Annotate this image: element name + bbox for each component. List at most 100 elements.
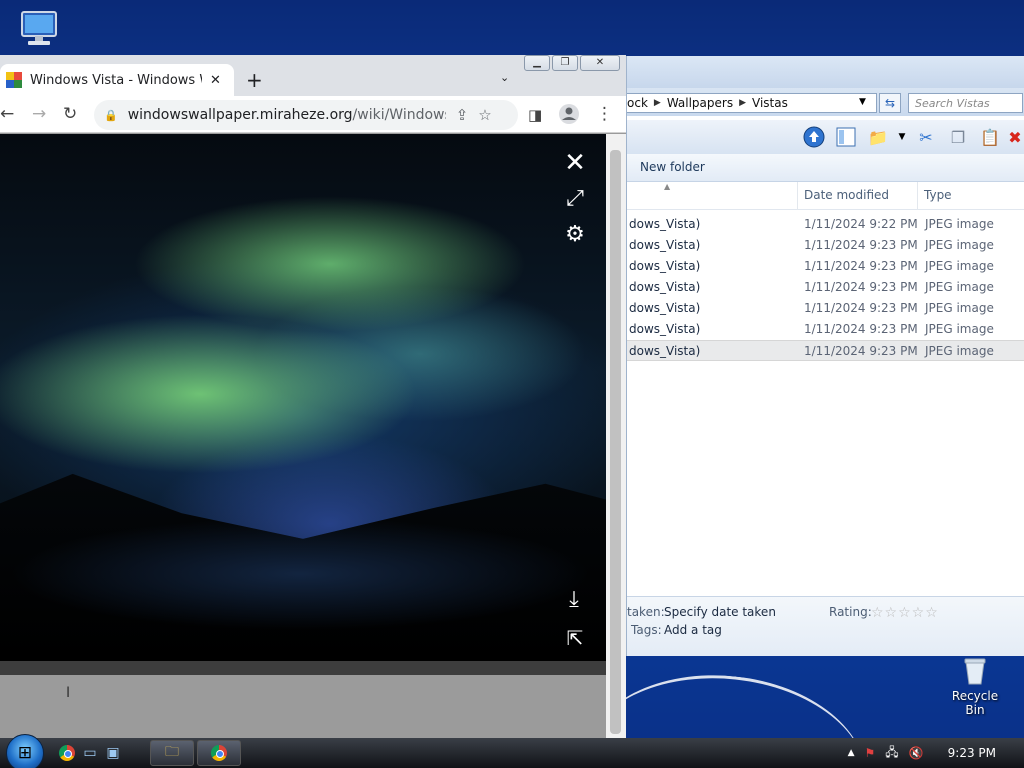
chrome-icon bbox=[211, 745, 227, 761]
explorer-address-bar: ock ▶ Wallpapers ▶ Vistas ▼ ⇆ Search Vis… bbox=[627, 88, 1024, 116]
vertical-scrollbar[interactable] bbox=[606, 134, 626, 738]
column-headers: ▲ Date modified Type bbox=[627, 182, 1024, 210]
share-icon[interactable]: ⇪ bbox=[456, 106, 469, 124]
reload-icon[interactable]: ↻ bbox=[63, 104, 77, 124]
volume-muted-icon[interactable]: 🔇 bbox=[909, 746, 924, 760]
maximize-button[interactable]: ❐ bbox=[552, 55, 578, 71]
window-controls: ▁ ❐ ✕ bbox=[524, 55, 620, 71]
scrollbar-thumb[interactable] bbox=[610, 150, 621, 734]
refresh-button[interactable]: ⇆ bbox=[879, 93, 901, 113]
breadcrumb[interactable]: ock ▶ Wallpapers ▶ Vistas bbox=[627, 93, 877, 113]
browser-tab[interactable]: Windows Vista - Windows Wallpaper ✕ bbox=[0, 64, 234, 96]
image-lightbox[interactable]: ✕ ⤢ ⚙ ⤓ ⇱ bbox=[0, 134, 606, 661]
file-name: dows_Vista) bbox=[629, 344, 701, 358]
url-host: windowswallpaper.miraheze.org bbox=[127, 107, 353, 123]
action-center-flag-icon[interactable]: ⚑ bbox=[865, 746, 876, 760]
computer-desktop-icon[interactable] bbox=[14, 8, 64, 52]
command-bar: New folder bbox=[627, 154, 1024, 182]
address-bar[interactable]: 🔒 windowswallpaper.miraheze.org/wiki/Win… bbox=[94, 100, 518, 130]
address-dropdown-icon[interactable]: ▼ bbox=[859, 97, 866, 107]
copy-icon[interactable]: ❐ bbox=[946, 125, 970, 149]
quicklaunch-chrome-icon[interactable] bbox=[56, 742, 78, 764]
tags-field[interactable]: Add a tag bbox=[664, 623, 722, 637]
lock-icon[interactable]: 🔒 bbox=[104, 109, 118, 122]
quicklaunch-switch-windows-icon[interactable]: ▣ bbox=[102, 742, 124, 764]
taskbar: ⊞ ▭ ▣ 🗀 ▲ ⚑ 🖧 🔇 9:23 PM bbox=[0, 734, 1024, 768]
profile-avatar-icon[interactable] bbox=[558, 103, 580, 130]
dropdown-arrow-icon[interactable]: ▼ bbox=[898, 125, 906, 149]
expand-icon[interactable]: ⤢ bbox=[560, 186, 590, 211]
column-header-type[interactable]: Type bbox=[924, 188, 952, 202]
breadcrumb-item[interactable]: Vistas bbox=[752, 96, 788, 110]
delete-icon[interactable]: ✖ bbox=[1008, 125, 1021, 149]
file-row[interactable]: dows_Vista) 1/11/2024 9:23 PM JPEG image bbox=[627, 319, 1024, 340]
file-row[interactable]: dows_Vista) 1/11/2024 9:22 PM JPEG image bbox=[627, 214, 1024, 235]
chrome-tabstrip: ▁ ❐ ✕ Windows Vista - Windows Wallpaper … bbox=[0, 55, 626, 133]
menu-kebab-icon[interactable]: ⋮ bbox=[596, 104, 613, 124]
cut-icon[interactable]: ✂ bbox=[914, 125, 938, 149]
chevron-right-icon: ▶ bbox=[653, 98, 661, 108]
forward-arrow-icon[interactable]: → bbox=[32, 104, 46, 124]
download-icon[interactable]: ⤓ bbox=[559, 587, 589, 612]
tray-expand-icon[interactable]: ▲ bbox=[848, 748, 855, 758]
share-out-icon[interactable]: ⇱ bbox=[560, 626, 590, 650]
file-type: JPEG image bbox=[925, 238, 994, 252]
computer-icon bbox=[21, 11, 57, 45]
tab-search-chevron-icon[interactable]: ⌄ bbox=[500, 71, 509, 84]
quicklaunch-show-desktop-icon[interactable]: ▭ bbox=[79, 742, 101, 764]
star-icon[interactable]: ☆ bbox=[478, 106, 491, 124]
new-tab-button[interactable]: + bbox=[246, 68, 263, 92]
file-list: dows_Vista) 1/11/2024 9:22 PM JPEG image d… bbox=[627, 214, 1024, 361]
start-button[interactable]: ⊞ bbox=[6, 734, 44, 768]
file-date: 1/11/2024 9:23 PM bbox=[804, 301, 918, 315]
file-row[interactable]: dows_Vista) 1/11/2024 9:23 PM JPEG image bbox=[627, 298, 1024, 319]
date-taken-field[interactable]: Specify date taken bbox=[664, 605, 776, 619]
clock[interactable]: 9:23 PM bbox=[948, 746, 996, 760]
taskbar-chrome-button[interactable] bbox=[197, 740, 241, 766]
preview-pane-icon[interactable] bbox=[834, 125, 858, 149]
file-name: dows_Vista) bbox=[629, 280, 701, 294]
wallpaper-image bbox=[0, 473, 606, 661]
new-folder-button[interactable]: New folder bbox=[640, 160, 705, 174]
file-row[interactable]: dows_Vista) 1/11/2024 9:23 PM JPEG image bbox=[627, 277, 1024, 298]
side-panel-icon[interactable]: ◨ bbox=[528, 106, 542, 124]
chrome-window: ▁ ❐ ✕ Windows Vista - Windows Wallpaper … bbox=[0, 55, 626, 738]
file-type: JPEG image bbox=[925, 280, 994, 294]
tags-label: Tags: bbox=[631, 623, 662, 637]
file-row[interactable]: dows_Vista) 1/11/2024 9:23 PM JPEG image bbox=[627, 256, 1024, 277]
explorer-window: ock ▶ Wallpapers ▶ Vistas ▼ ⇆ Search Vis… bbox=[626, 56, 1024, 656]
page-background bbox=[0, 675, 606, 738]
close-tab-icon[interactable]: ✕ bbox=[210, 73, 221, 88]
rating-stars[interactable]: ☆☆☆☆☆ bbox=[871, 605, 939, 621]
file-name: dows_Vista) bbox=[629, 259, 701, 273]
file-name: dows_Vista) bbox=[629, 238, 701, 252]
file-type: JPEG image bbox=[925, 344, 994, 358]
breadcrumb-item[interactable]: Wallpapers bbox=[667, 96, 733, 110]
file-name: dows_Vista) bbox=[629, 301, 701, 315]
folder-check-icon[interactable]: 📁 bbox=[866, 125, 890, 149]
minimize-button[interactable]: ▁ bbox=[524, 55, 550, 71]
gear-icon[interactable]: ⚙ bbox=[560, 222, 590, 247]
rating-label: Rating: bbox=[829, 605, 872, 619]
file-row-selected[interactable]: dows_Vista) 1/11/2024 9:23 PM JPEG image bbox=[627, 340, 1024, 361]
back-arrow-icon[interactable]: ← bbox=[0, 104, 14, 124]
paste-icon[interactable]: 📋 bbox=[978, 125, 1002, 149]
column-divider[interactable] bbox=[917, 182, 918, 210]
close-window-button[interactable]: ✕ bbox=[580, 55, 620, 71]
windows-logo-icon: ⊞ bbox=[17, 743, 33, 763]
file-row[interactable]: dows_Vista) 1/11/2024 9:23 PM JPEG image bbox=[627, 235, 1024, 256]
refresh-icon: ⇆ bbox=[884, 96, 896, 110]
close-icon[interactable]: ✕ bbox=[560, 148, 590, 178]
column-header-date-modified[interactable]: Date modified bbox=[804, 188, 889, 202]
column-divider[interactable] bbox=[797, 182, 798, 210]
url-path: /wiki/Windows_Vi... bbox=[352, 107, 446, 123]
up-arrow-icon[interactable] bbox=[802, 125, 826, 149]
file-name: dows_Vista) bbox=[629, 217, 701, 231]
file-date: 1/11/2024 9:23 PM bbox=[804, 322, 918, 336]
search-input[interactable]: Search Vistas bbox=[908, 93, 1023, 113]
system-tray: ▲ ⚑ 🖧 🔇 9:23 PM bbox=[848, 738, 1024, 768]
breadcrumb-item[interactable]: ock bbox=[627, 96, 648, 110]
network-icon[interactable]: 🖧 bbox=[885, 743, 898, 764]
file-type: JPEG image bbox=[925, 301, 994, 315]
taskbar-explorer-button[interactable]: 🗀 bbox=[150, 740, 194, 766]
